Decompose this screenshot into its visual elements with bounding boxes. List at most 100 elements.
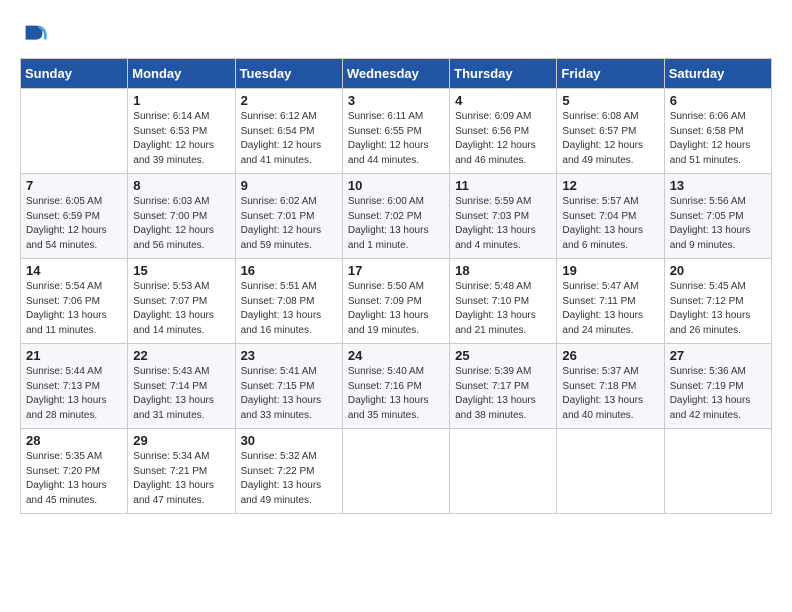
cell-content: Sunrise: 5:47 AM Sunset: 7:11 PM Dayligh… [562, 280, 658, 338]
calendar-cell [664, 429, 771, 514]
day-number: 27 [670, 348, 766, 363]
calendar-cell: 5 Sunrise: 6:08 AM Sunset: 6:57 PM Daylig… [557, 89, 664, 174]
calendar-cell: 13 Sunrise: 5:56 AM Sunset: 7:05 PM Dayli… [664, 174, 771, 259]
cell-content: Sunrise: 6:12 AM Sunset: 6:54 PM Dayligh… [241, 110, 337, 168]
day-number: 30 [241, 433, 337, 448]
cell-content: Sunrise: 6:11 AM Sunset: 6:55 PM Dayligh… [348, 110, 444, 168]
day-number: 17 [348, 263, 444, 278]
calendar-cell: 10 Sunrise: 6:00 AM Sunset: 7:02 PM Dayli… [342, 174, 449, 259]
day-number: 7 [26, 178, 122, 193]
day-number: 28 [26, 433, 122, 448]
day-number: 16 [241, 263, 337, 278]
col-header-tuesday: Tuesday [235, 59, 342, 89]
day-number: 13 [670, 178, 766, 193]
col-header-saturday: Saturday [664, 59, 771, 89]
calendar-cell: 8Sunrise: 6:03 AM Sunset: 7:00 PM Daylig… [128, 174, 235, 259]
calendar-cell: 2 Sunrise: 6:12 AM Sunset: 6:54 PM Daylig… [235, 89, 342, 174]
col-header-monday: Monday [128, 59, 235, 89]
day-number: 3 [348, 93, 444, 108]
col-header-friday: Friday [557, 59, 664, 89]
cell-content: Sunrise: 5:37 AM Sunset: 7:18 PM Dayligh… [562, 365, 658, 423]
day-number: 4 [455, 93, 551, 108]
logo [20, 20, 52, 48]
cell-content: Sunrise: 6:02 AM Sunset: 7:01 PM Dayligh… [241, 195, 337, 253]
calendar-cell [557, 429, 664, 514]
calendar-cell [342, 429, 449, 514]
calendar-cell: 14 Sunrise: 5:54 AM Sunset: 7:06 PM Dayli… [21, 259, 128, 344]
cell-content: Sunrise: 5:48 AM Sunset: 7:10 PM Dayligh… [455, 280, 551, 338]
cell-content: Sunrise: 5:53 AM Sunset: 7:07 PM Dayligh… [133, 280, 229, 338]
day-number: 5 [562, 93, 658, 108]
calendar-cell: 16 Sunrise: 5:51 AM Sunset: 7:08 PM Dayli… [235, 259, 342, 344]
calendar-cell: 17 Sunrise: 5:50 AM Sunset: 7:09 PM Dayli… [342, 259, 449, 344]
cell-content: Sunrise: 5:41 AM Sunset: 7:15 PM Dayligh… [241, 365, 337, 423]
cell-content: Sunrise: 5:50 AM Sunset: 7:09 PM Dayligh… [348, 280, 444, 338]
day-number: 8 [133, 178, 229, 193]
calendar-cell: 15Sunrise: 5:53 AM Sunset: 7:07 PM Dayli… [128, 259, 235, 344]
calendar-cell: 20 Sunrise: 5:45 AM Sunset: 7:12 PM Dayli… [664, 259, 771, 344]
calendar-cell: 24 Sunrise: 5:40 AM Sunset: 7:16 PM Dayli… [342, 344, 449, 429]
col-header-wednesday: Wednesday [342, 59, 449, 89]
calendar-cell: 30 Sunrise: 5:32 AM Sunset: 7:22 PM Dayli… [235, 429, 342, 514]
cell-content: Sunrise: 5:40 AM Sunset: 7:16 PM Dayligh… [348, 365, 444, 423]
cell-content: Sunrise: 5:51 AM Sunset: 7:08 PM Dayligh… [241, 280, 337, 338]
day-number: 10 [348, 178, 444, 193]
cell-content: Sunrise: 6:08 AM Sunset: 6:57 PM Dayligh… [562, 110, 658, 168]
calendar-cell: 3 Sunrise: 6:11 AM Sunset: 6:55 PM Daylig… [342, 89, 449, 174]
cell-content: Sunrise: 5:39 AM Sunset: 7:17 PM Dayligh… [455, 365, 551, 423]
day-number: 6 [670, 93, 766, 108]
cell-content: Sunrise: 6:05 AM Sunset: 6:59 PM Dayligh… [26, 195, 122, 253]
cell-content: Sunrise: 6:00 AM Sunset: 7:02 PM Dayligh… [348, 195, 444, 253]
day-number: 19 [562, 263, 658, 278]
day-number: 14 [26, 263, 122, 278]
day-number: 20 [670, 263, 766, 278]
cell-content: Sunrise: 5:59 AM Sunset: 7:03 PM Dayligh… [455, 195, 551, 253]
calendar-cell: 26 Sunrise: 5:37 AM Sunset: 7:18 PM Dayli… [557, 344, 664, 429]
day-number: 11 [455, 178, 551, 193]
week-row-5: 28 Sunrise: 5:35 AM Sunset: 7:20 PM Dayli… [21, 429, 772, 514]
cell-content: Sunrise: 5:56 AM Sunset: 7:05 PM Dayligh… [670, 195, 766, 253]
cell-content: Sunrise: 5:34 AM Sunset: 7:21 PM Dayligh… [133, 450, 229, 508]
calendar-cell [21, 89, 128, 174]
calendar-cell: 21Sunrise: 5:44 AM Sunset: 7:13 PM Dayli… [21, 344, 128, 429]
calendar-cell: 29Sunrise: 5:34 AM Sunset: 7:21 PM Dayli… [128, 429, 235, 514]
day-number: 12 [562, 178, 658, 193]
week-row-2: 7 Sunrise: 6:05 AM Sunset: 6:59 PM Daylig… [21, 174, 772, 259]
cell-content: Sunrise: 5:57 AM Sunset: 7:04 PM Dayligh… [562, 195, 658, 253]
cell-content: Sunrise: 5:43 AM Sunset: 7:14 PM Dayligh… [133, 365, 229, 423]
day-number: 2 [241, 93, 337, 108]
calendar-cell: 11 Sunrise: 5:59 AM Sunset: 7:03 PM Dayli… [450, 174, 557, 259]
calendar-cell: 12 Sunrise: 5:57 AM Sunset: 7:04 PM Dayli… [557, 174, 664, 259]
cell-content: Sunrise: 6:14 AM Sunset: 6:53 PM Dayligh… [133, 110, 229, 168]
day-number: 9 [241, 178, 337, 193]
day-number: 23 [241, 348, 337, 363]
cell-content: Sunrise: 5:54 AM Sunset: 7:06 PM Dayligh… [26, 280, 122, 338]
day-number: 1 [133, 93, 229, 108]
day-number: 25 [455, 348, 551, 363]
cell-content: Sunrise: 5:45 AM Sunset: 7:12 PM Dayligh… [670, 280, 766, 338]
calendar-cell: 22 Sunrise: 5:43 AM Sunset: 7:14 PM Dayli… [128, 344, 235, 429]
day-number: 18 [455, 263, 551, 278]
week-row-4: 21Sunrise: 5:44 AM Sunset: 7:13 PM Dayli… [21, 344, 772, 429]
week-row-1: 1 Sunrise: 6:14 AM Sunset: 6:53 PM Daylig… [21, 89, 772, 174]
calendar-cell [450, 429, 557, 514]
day-number: 24 [348, 348, 444, 363]
calendar-table: SundayMondayTuesdayWednesdayThursdayFrid… [20, 58, 772, 514]
cell-content: Sunrise: 5:35 AM Sunset: 7:20 PM Dayligh… [26, 450, 122, 508]
header [20, 20, 772, 48]
day-number: 22 [133, 348, 229, 363]
col-header-sunday: Sunday [21, 59, 128, 89]
calendar-cell: 18 Sunrise: 5:48 AM Sunset: 7:10 PM Dayli… [450, 259, 557, 344]
header-row: SundayMondayTuesdayWednesdayThursdayFrid… [21, 59, 772, 89]
day-number: 26 [562, 348, 658, 363]
calendar-cell: 27Sunrise: 5:36 AM Sunset: 7:19 PM Dayli… [664, 344, 771, 429]
calendar-cell: 1 Sunrise: 6:14 AM Sunset: 6:53 PM Daylig… [128, 89, 235, 174]
calendar-cell: 4 Sunrise: 6:09 AM Sunset: 6:56 PM Daylig… [450, 89, 557, 174]
cell-content: Sunrise: 5:32 AM Sunset: 7:22 PM Dayligh… [241, 450, 337, 508]
col-header-thursday: Thursday [450, 59, 557, 89]
cell-content: Sunrise: 6:09 AM Sunset: 6:56 PM Dayligh… [455, 110, 551, 168]
calendar-cell: 19 Sunrise: 5:47 AM Sunset: 7:11 PM Dayli… [557, 259, 664, 344]
week-row-3: 14 Sunrise: 5:54 AM Sunset: 7:06 PM Dayli… [21, 259, 772, 344]
logo-icon [20, 20, 48, 48]
cell-content: Sunrise: 5:44 AM Sunset: 7:13 PM Dayligh… [26, 365, 122, 423]
